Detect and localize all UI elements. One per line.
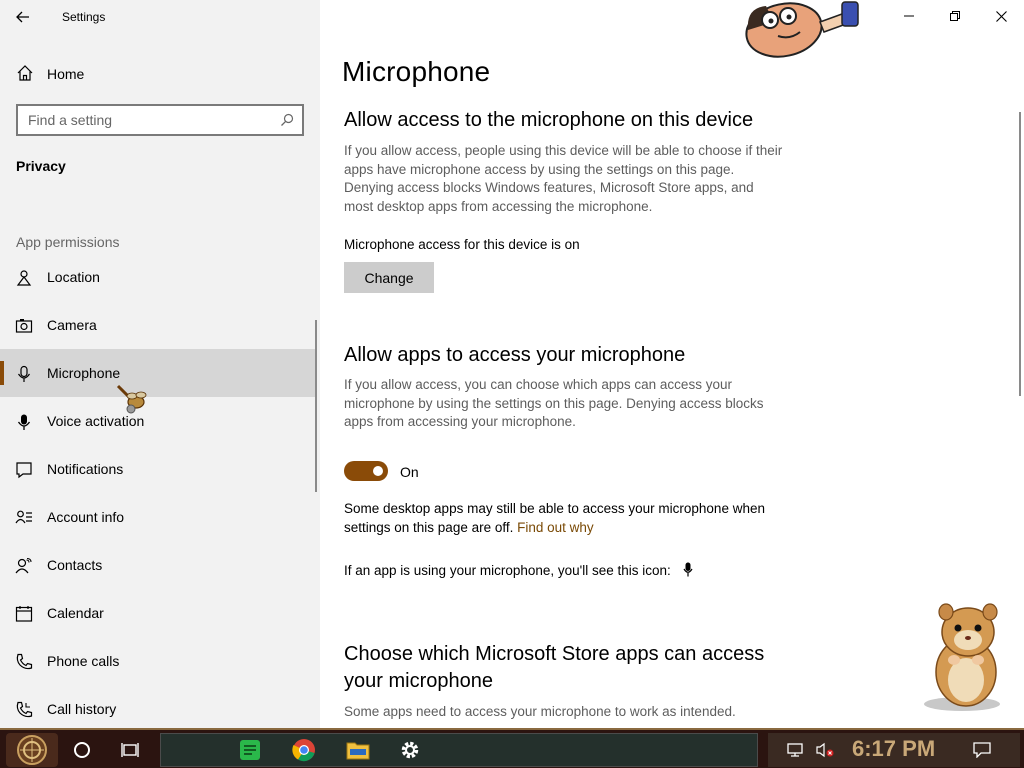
apps-access-heading: Allow apps to access your microphone — [344, 344, 686, 366]
notes-app-icon — [240, 740, 260, 760]
mic-icon-note: If an app is using your microphone, you'… — [344, 562, 693, 581]
volume-button[interactable] — [808, 733, 842, 767]
notifications-icon — [16, 462, 32, 479]
close-icon — [995, 10, 1007, 22]
sidebar-item-account-info[interactable]: Account info — [0, 493, 316, 541]
sidebar-item-call-history[interactable]: Call history — [0, 685, 316, 733]
change-button[interactable]: Change — [344, 262, 434, 293]
minimize-icon — [904, 15, 914, 17]
cortana-button[interactable] — [62, 733, 102, 767]
action-center-button[interactable] — [962, 733, 1002, 767]
sidebar-item-label: Account info — [47, 509, 125, 525]
back-arrow-icon — [16, 11, 29, 23]
title-bar: Settings — [0, 0, 320, 34]
taskbar-file-explorer[interactable] — [338, 733, 378, 767]
settings-sidebar: Settings Home Privacy App permissions Lo… — [0, 0, 320, 728]
apps-access-description: If you allow access, you can choose whic… — [344, 377, 764, 430]
task-view-button[interactable] — [110, 733, 150, 767]
back-button[interactable] — [8, 4, 38, 30]
home-label: Home — [47, 66, 85, 82]
taskbar-chrome[interactable] — [284, 733, 324, 767]
store-apps-heading-line2: your microphone — [344, 670, 493, 692]
sidebar-item-label: Calendar — [47, 605, 104, 621]
sidebar-scrollbar[interactable] — [315, 320, 317, 492]
home-nav-item[interactable]: Home — [0, 56, 320, 90]
taskbar-notes-app[interactable] — [230, 733, 270, 767]
call-history-icon — [16, 701, 33, 718]
search-icon[interactable] — [280, 113, 294, 127]
sidebar-item-voice-activation[interactable]: Voice activation — [0, 397, 316, 445]
network-icon — [787, 743, 803, 757]
action-center-icon — [973, 742, 991, 758]
group-label: App permissions — [16, 234, 120, 250]
microphone-in-use-icon — [683, 562, 693, 577]
sidebar-item-label: Notifications — [47, 461, 124, 477]
sidebar-item-camera[interactable]: Camera — [0, 301, 316, 349]
settings-icon — [401, 741, 419, 759]
toggle-knob — [373, 466, 383, 476]
network-button[interactable] — [778, 733, 812, 767]
voice-activation-icon — [17, 414, 31, 430]
sidebar-item-label: Camera — [47, 317, 97, 333]
settings-search-box[interactable] — [16, 104, 304, 136]
store-apps-heading-line1: Choose which Microsoft Store apps can ac… — [344, 643, 765, 665]
start-button[interactable] — [6, 733, 58, 767]
minimize-button[interactable] — [886, 0, 932, 32]
device-access-status: Microphone access for this device is on — [344, 237, 580, 252]
calendar-icon — [15, 606, 33, 622]
toggle-state-label: On — [400, 464, 419, 480]
sidebar-item-label: Location — [47, 269, 100, 285]
section-title: Privacy — [16, 158, 66, 174]
camera-icon — [15, 319, 33, 333]
store-apps-description: Some apps need to access your microphone… — [344, 704, 736, 719]
sidebar-item-label: Phone calls — [47, 653, 120, 669]
device-access-heading: Allow access to the microphone on this d… — [344, 109, 754, 131]
sidebar-item-contacts[interactable]: Contacts — [0, 541, 316, 589]
close-button[interactable] — [978, 0, 1024, 32]
taskbar: 6:17 PM — [0, 728, 1024, 768]
contacts-icon — [15, 558, 32, 574]
task-view-icon — [121, 743, 139, 757]
home-icon — [17, 65, 33, 81]
cartoon-face-sticker — [745, 1, 859, 58]
device-access-description: If you allow access, people using this d… — [344, 143, 783, 214]
apps-access-toggle[interactable] — [344, 461, 388, 481]
file-explorer-icon — [346, 742, 370, 760]
sidebar-item-calendar[interactable]: Calendar — [0, 589, 316, 637]
hamster-sticker — [924, 603, 1000, 711]
phone-icon — [16, 653, 33, 670]
content-scrollbar[interactable] — [1019, 112, 1021, 396]
microphone-icon — [18, 365, 30, 382]
location-icon — [16, 270, 32, 286]
page-title: Microphone — [342, 56, 491, 87]
chrome-icon — [292, 739, 315, 762]
sidebar-item-label: Microphone — [47, 365, 121, 381]
app-title: Settings — [62, 10, 106, 24]
taskbar-settings[interactable] — [390, 733, 430, 767]
search-input[interactable] — [18, 106, 268, 134]
account-info-icon — [15, 510, 32, 524]
cortana-icon — [74, 742, 90, 758]
taskbar-clock[interactable]: 6:17 PM — [852, 736, 935, 762]
sidebar-item-phone-calls[interactable]: Phone calls — [0, 637, 316, 685]
sidebar-item-label: Call history — [47, 701, 117, 717]
sidebar-item-microphone[interactable]: Microphone — [0, 349, 316, 397]
find-out-why-link[interactable]: Find out why — [517, 520, 594, 535]
desktop-apps-note: Some desktop apps may still be able to a… — [344, 500, 794, 537]
sidebar-item-notifications[interactable]: Notifications — [0, 445, 316, 493]
mic-icon-note-text: If an app is using your microphone, you'… — [344, 563, 671, 578]
volume-muted-icon — [816, 742, 834, 758]
sidebar-item-location[interactable]: Location — [0, 253, 316, 301]
app-permissions-nav: Location Camera Microphone Voice activat… — [0, 253, 316, 733]
start-orb-icon — [17, 735, 47, 765]
restore-icon — [950, 11, 960, 21]
sidebar-item-label: Contacts — [47, 557, 103, 573]
custom-cursor-icon — [116, 384, 147, 414]
restore-button[interactable] — [932, 0, 978, 32]
